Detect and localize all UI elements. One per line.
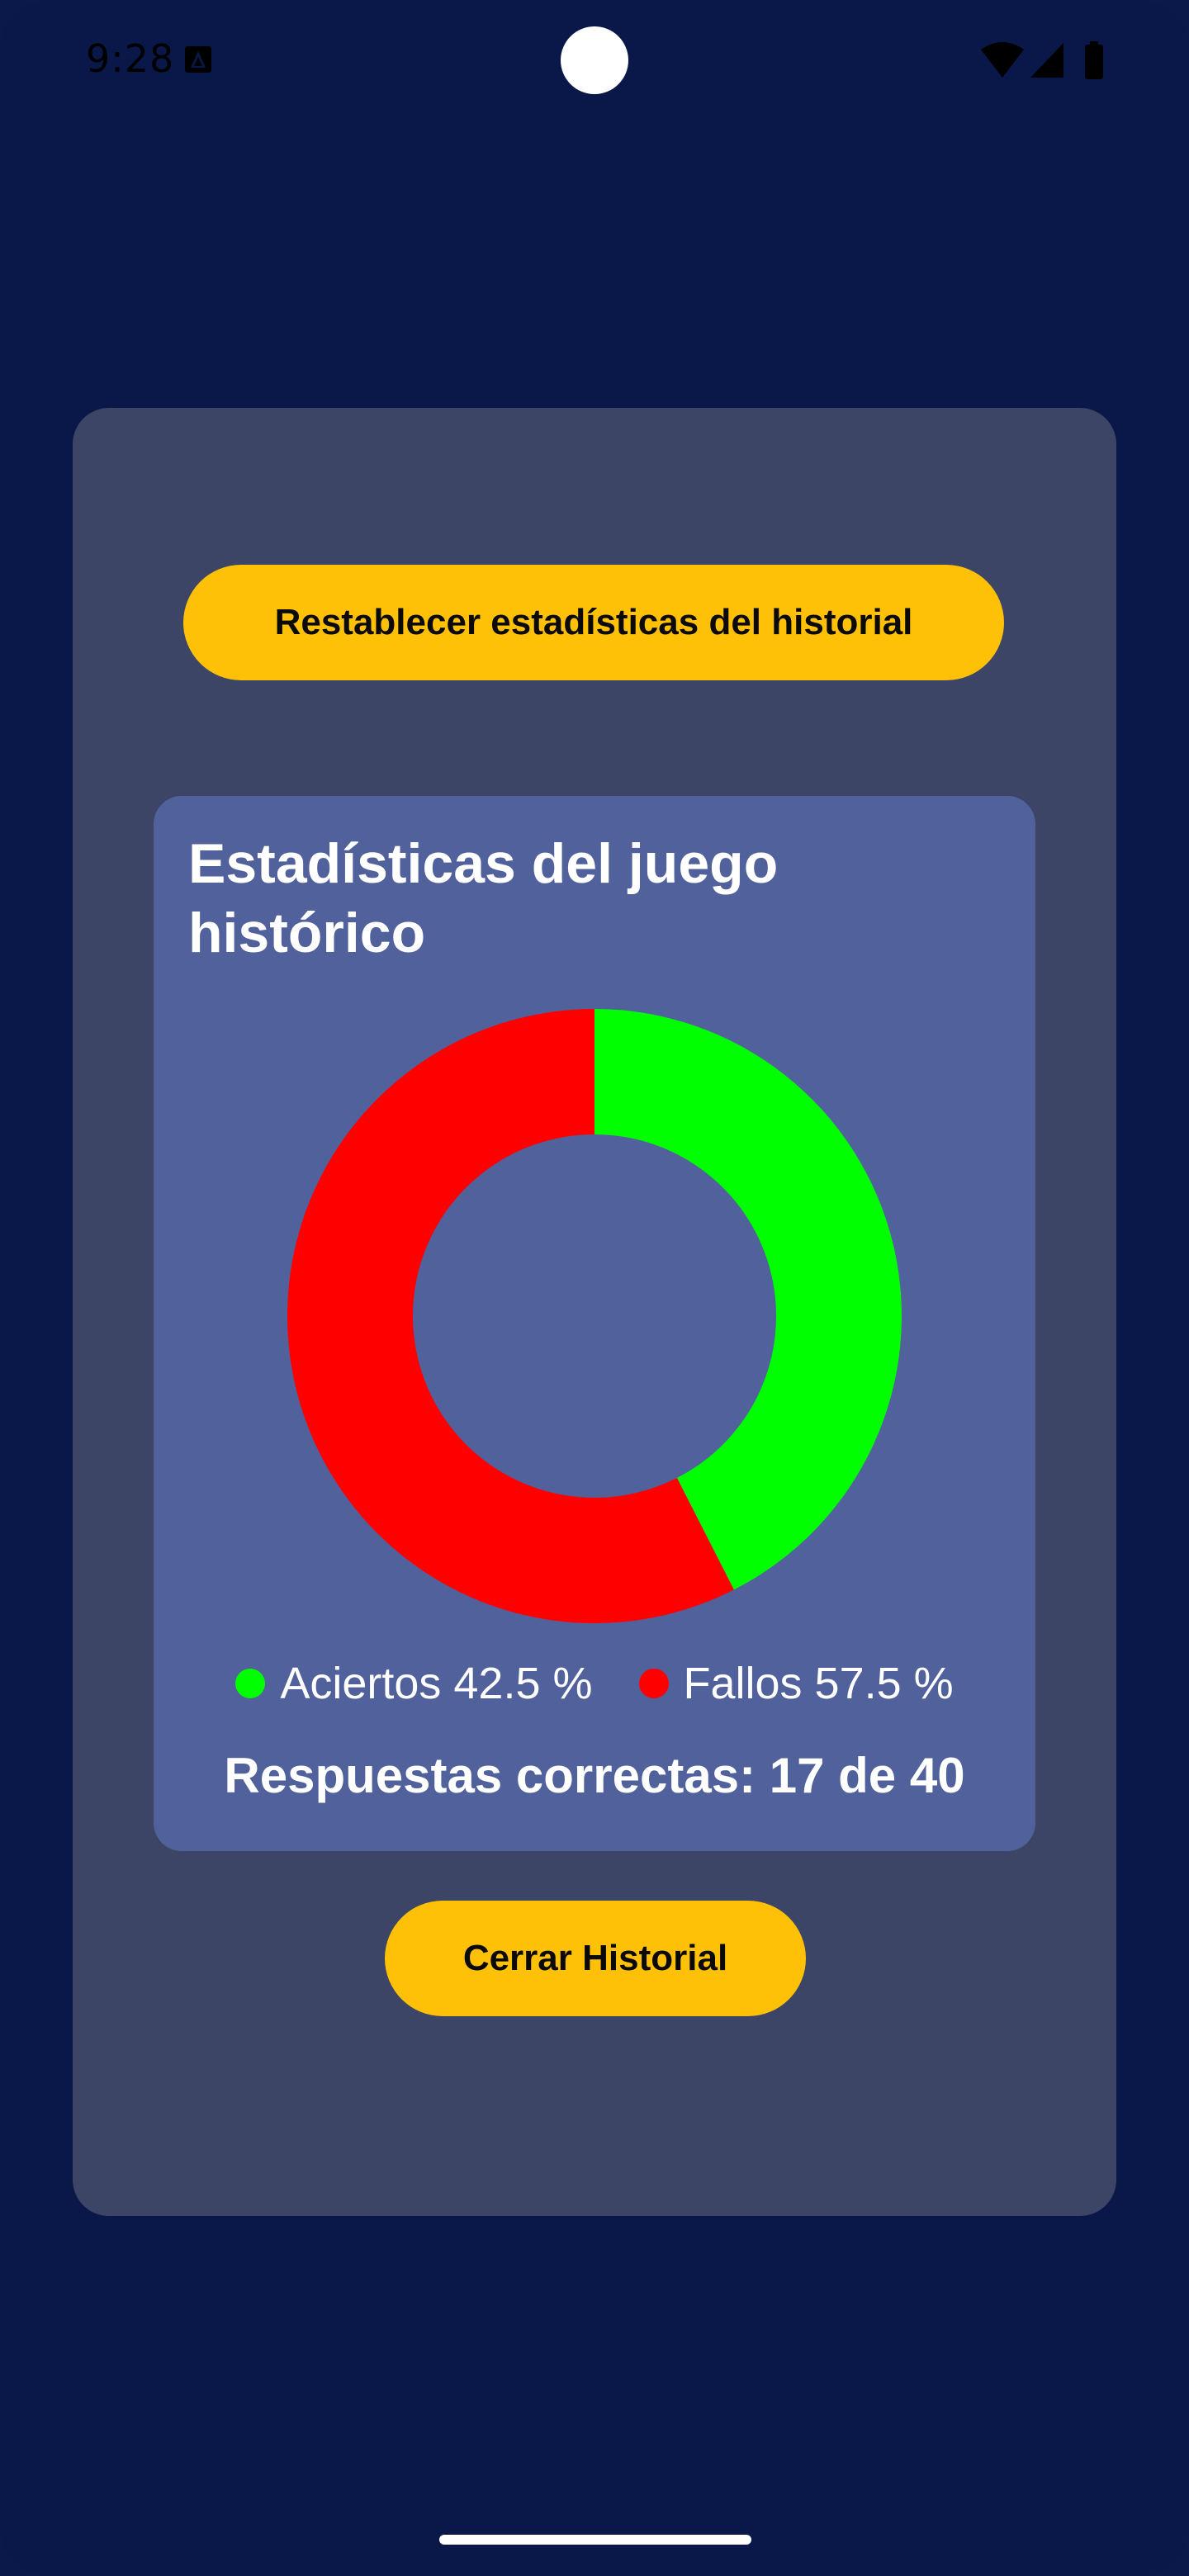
wifi-icon bbox=[981, 42, 1024, 78]
legend-item-aciertos: Aciertos 42.5 % bbox=[235, 1658, 593, 1709]
legend-dot-aciertos bbox=[235, 1669, 266, 1698]
legend-item-fallos: Fallos 57.5 % bbox=[638, 1658, 954, 1709]
correct-answers-summary: Respuestas correctas: 17 de 40 bbox=[224, 1748, 965, 1803]
chart-legend: Aciertos 42.5 % Fallos 57.5 % bbox=[154, 1655, 1035, 1712]
legend-label-aciertos: Aciertos 42.5 % bbox=[280, 1659, 593, 1708]
reset-history-stats-button[interactable]: Restablecer estadísticas del historial bbox=[183, 565, 1004, 680]
status-bar: 9:28 bbox=[0, 0, 1189, 116]
legend-dot-fallos bbox=[638, 1669, 669, 1698]
battery-icon bbox=[1085, 41, 1103, 79]
history-stats-card: Estadísticas del juego histórico Acierto… bbox=[154, 796, 1035, 1851]
close-history-button[interactable]: Cerrar Historial bbox=[385, 1901, 806, 2016]
cellular-signal-icon bbox=[1030, 43, 1063, 78]
results-donut-chart bbox=[287, 1009, 902, 1623]
app-notification-icon bbox=[185, 46, 211, 73]
home-indicator[interactable] bbox=[439, 2535, 751, 2545]
app-screen: 9:28 Restablecer estadísticas del histor… bbox=[0, 0, 1189, 2576]
card-title: Estadísticas del juego histórico bbox=[188, 832, 779, 964]
system-icons bbox=[979, 41, 1111, 79]
front-camera bbox=[561, 26, 628, 94]
history-dialog: Restablecer estadísticas del historial E… bbox=[73, 408, 1116, 2216]
legend-label-fallos: Fallos 57.5 % bbox=[683, 1659, 954, 1708]
status-time: 9:28 bbox=[86, 36, 175, 81]
